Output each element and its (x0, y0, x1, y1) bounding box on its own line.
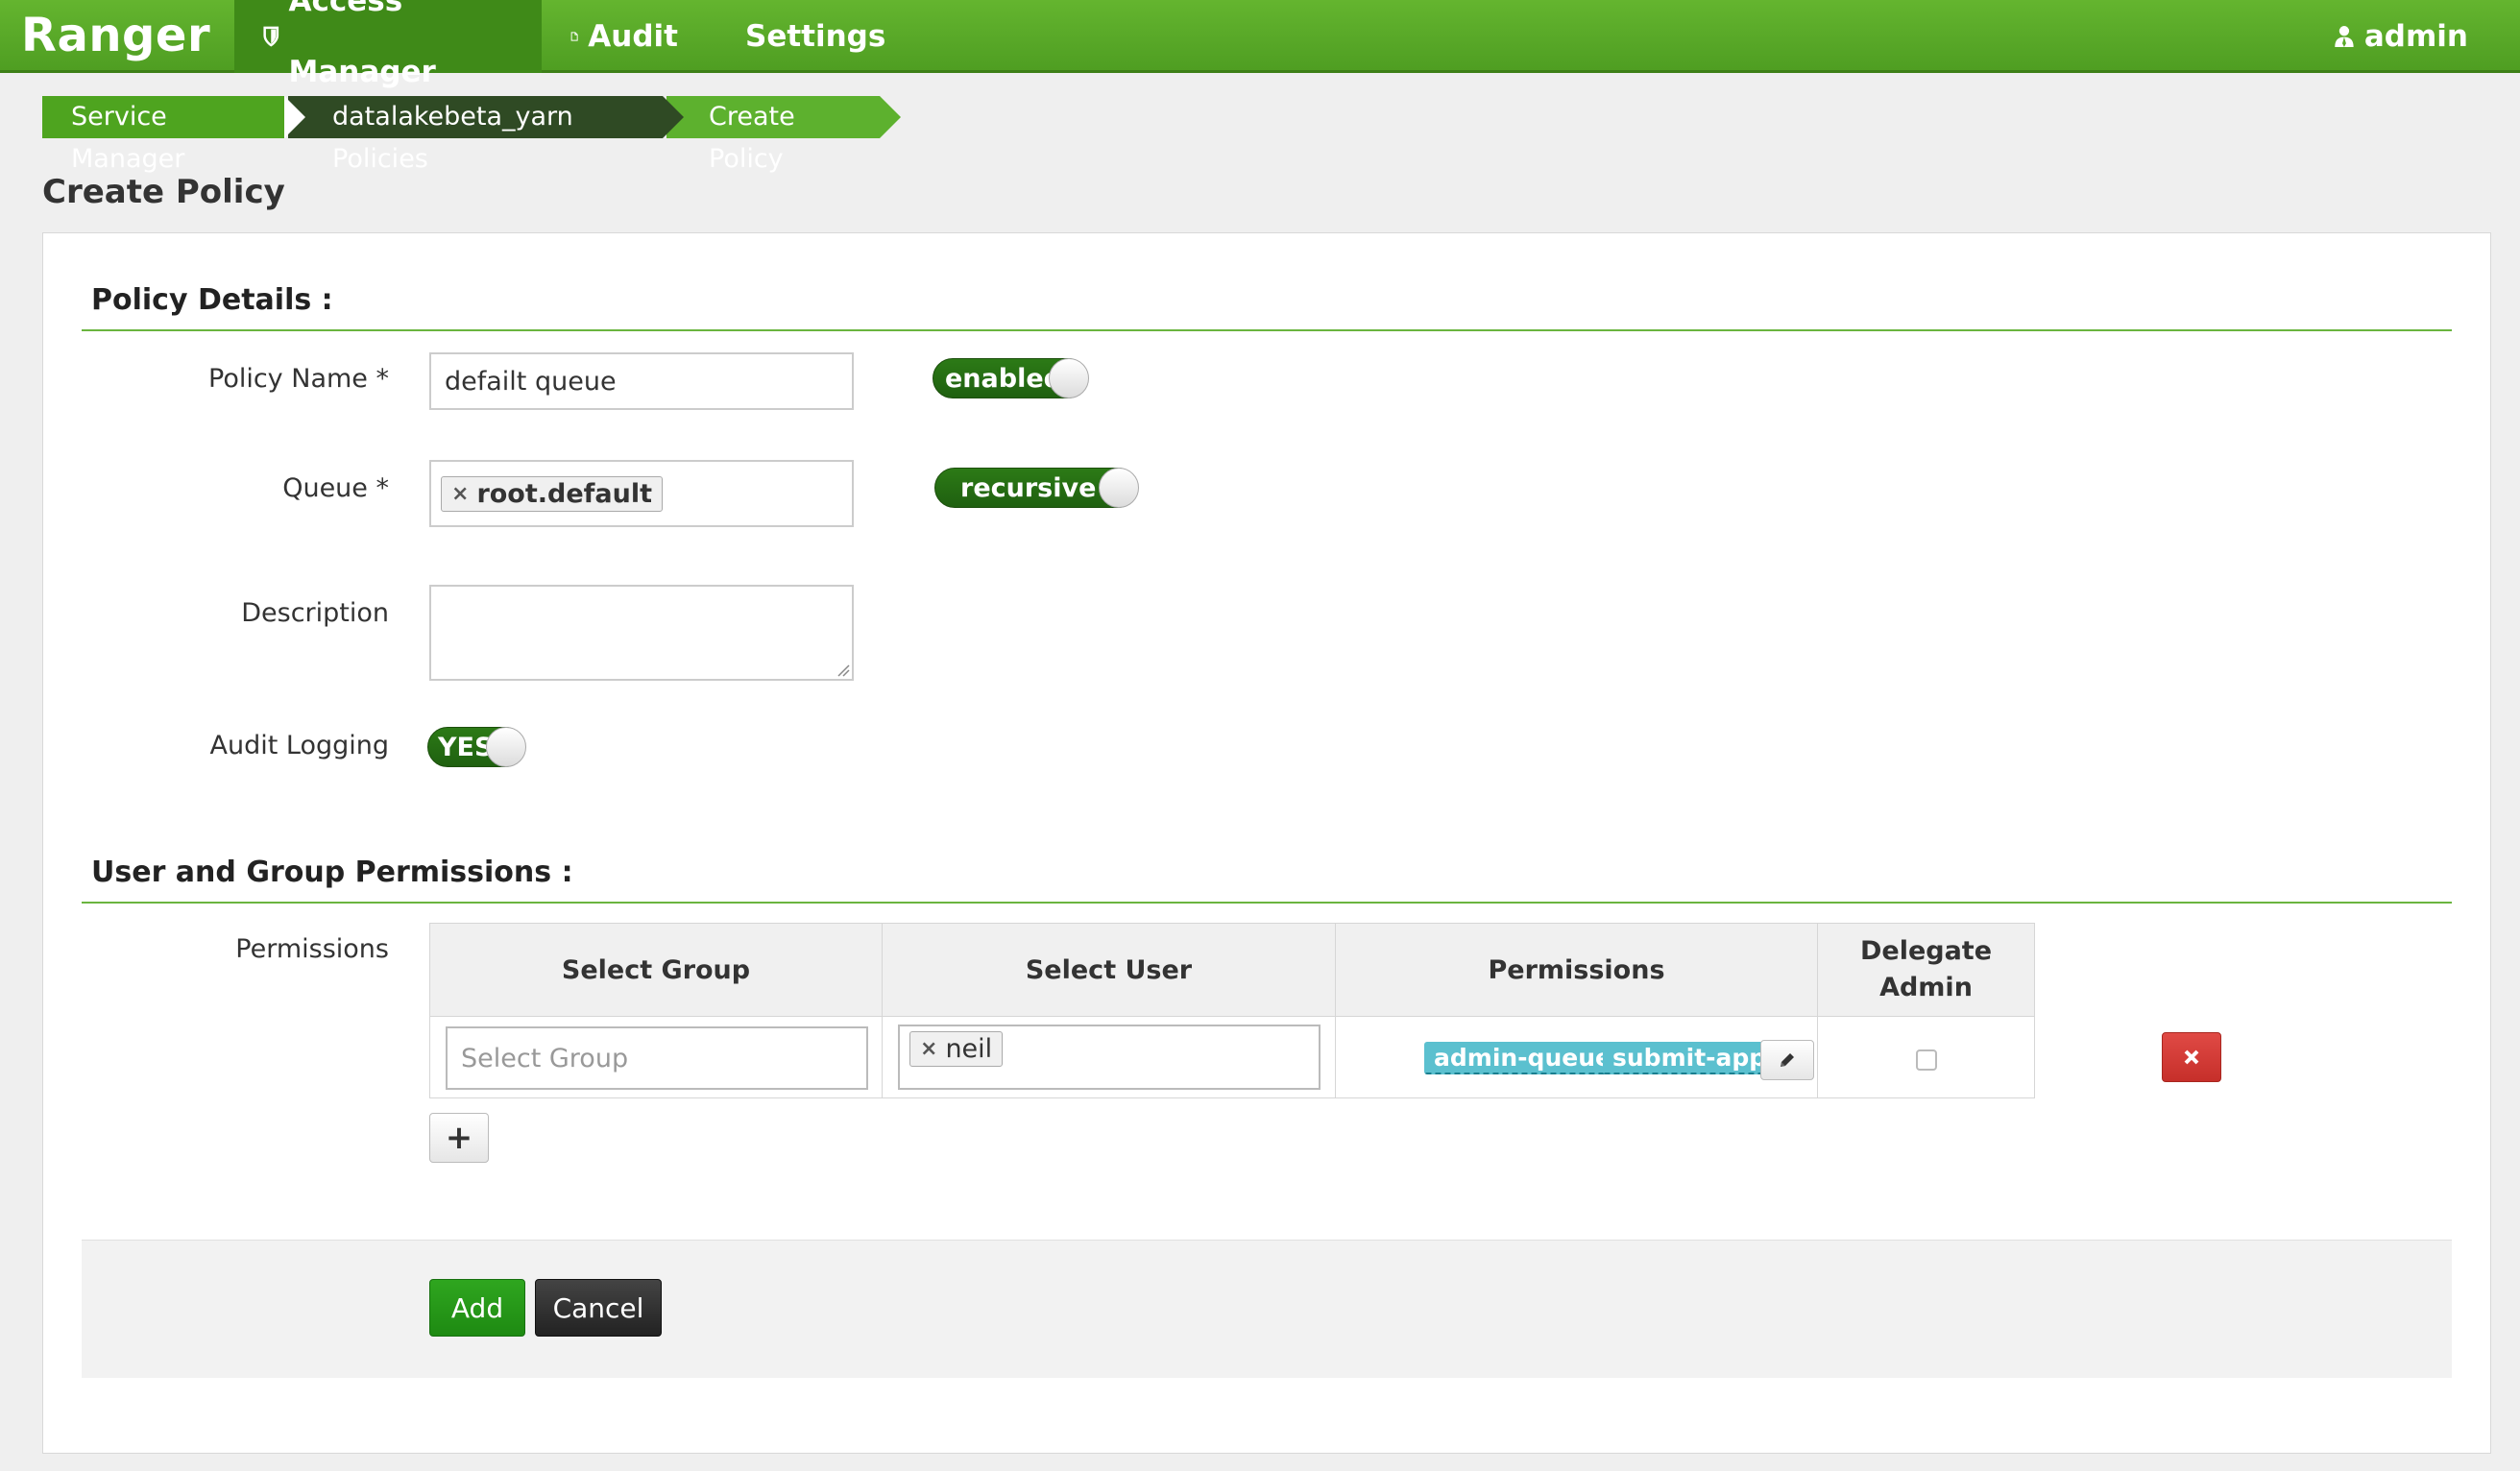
breadcrumb-create-policy: Create Policy (666, 96, 901, 174)
table-row-delegate-cell (1817, 1016, 2035, 1098)
select-user-input[interactable]: × neil (898, 1025, 1321, 1090)
file-icon (570, 32, 578, 41)
toggle-knob (486, 727, 526, 767)
toggle-knob (1099, 468, 1139, 508)
queue-label: Queue * (282, 473, 389, 503)
audit-logging-label: Audit Logging (209, 731, 389, 760)
header-select-group: Select Group (429, 923, 883, 1017)
breadcrumb-service-manager[interactable]: Service Manager (42, 96, 305, 174)
top-navbar: Ranger Access Manager Audit Settings adm… (0, 0, 2520, 89)
nav-access-manager-label: Access Manager (288, 0, 436, 89)
permission-tag[interactable]: submit-app (1603, 1042, 1777, 1074)
description-label: Description (241, 598, 389, 628)
queue-input[interactable]: × root.default (429, 460, 854, 527)
permissions-label: Permissions (235, 934, 389, 964)
toggle-knob (1049, 358, 1089, 398)
permission-tag[interactable]: admin-queue (1424, 1042, 1621, 1074)
pencil-icon (1781, 1053, 1794, 1067)
enabled-toggle[interactable]: enabled (933, 358, 1089, 398)
audit-logging-toggle-label: YES (438, 732, 494, 762)
delegate-admin-checkbox[interactable] (1916, 1049, 1937, 1071)
policy-form-panel: Policy Details : Policy Name * defailt q… (42, 232, 2491, 1454)
header-select-user: Select User (882, 923, 1336, 1017)
section-divider (82, 329, 2452, 331)
permissions-title: User and Group Permissions : (91, 856, 573, 889)
header-delegate-admin: Delegate Admin (1817, 923, 2035, 1017)
enabled-toggle-label: enabled (945, 363, 1062, 394)
brand-logo[interactable]: Ranger (21, 4, 210, 67)
edit-permissions-button[interactable] (1760, 1040, 1814, 1080)
remove-tag-icon[interactable]: × (451, 482, 469, 506)
nav-audit[interactable]: Audit (542, 0, 707, 73)
nav-audit-label: Audit (588, 19, 678, 54)
nav-settings[interactable]: Settings (707, 0, 910, 73)
queue-tag-label: root.default (476, 478, 653, 509)
policy-name-label: Policy Name * (208, 364, 389, 394)
remove-tag-icon[interactable]: × (920, 1037, 937, 1061)
header-permissions: Permissions (1335, 923, 1818, 1017)
select-group-input[interactable]: Select Group (446, 1026, 868, 1090)
section-divider (82, 902, 2452, 904)
audit-logging-toggle[interactable]: YES (427, 727, 526, 767)
user-menu[interactable]: admin (2305, 0, 2497, 73)
policy-name-value: defailt queue (445, 366, 617, 397)
queue-tag: × root.default (441, 475, 664, 512)
user-tag-label: neil (945, 1033, 993, 1064)
nav-access-manager[interactable]: Access Manager (234, 0, 542, 89)
table-row-user-cell: × neil (882, 1016, 1336, 1098)
shield-icon (263, 26, 279, 47)
description-textarea[interactable] (429, 585, 854, 681)
add-button[interactable]: Add (429, 1279, 525, 1337)
add-permission-row-button[interactable]: + (429, 1113, 489, 1163)
recursive-toggle-label: recursive (960, 472, 1097, 503)
select-group-placeholder: Select Group (461, 1043, 629, 1073)
policy-name-input[interactable]: defailt queue (429, 352, 854, 410)
form-footer: Add Cancel (82, 1240, 2452, 1378)
breadcrumb-policies[interactable]: datalakebeta_yarn Policies (288, 96, 684, 174)
user-tag: × neil (909, 1030, 1004, 1067)
table-row-permissions-cell: admin-queue submit-app (1335, 1016, 1818, 1098)
recursive-toggle[interactable]: recursive (934, 468, 1139, 508)
cancel-button[interactable]: Cancel (535, 1279, 662, 1337)
nav-settings-label: Settings (745, 19, 886, 54)
user-name: admin (2363, 19, 2468, 54)
close-icon (2184, 1049, 2199, 1065)
policy-details-title: Policy Details : (91, 283, 333, 317)
user-icon (2335, 26, 2354, 47)
resize-handle-icon[interactable] (836, 663, 850, 677)
plus-icon: + (445, 1119, 473, 1157)
delete-row-button[interactable] (2162, 1032, 2221, 1082)
table-row-group-cell: Select Group (429, 1016, 883, 1098)
